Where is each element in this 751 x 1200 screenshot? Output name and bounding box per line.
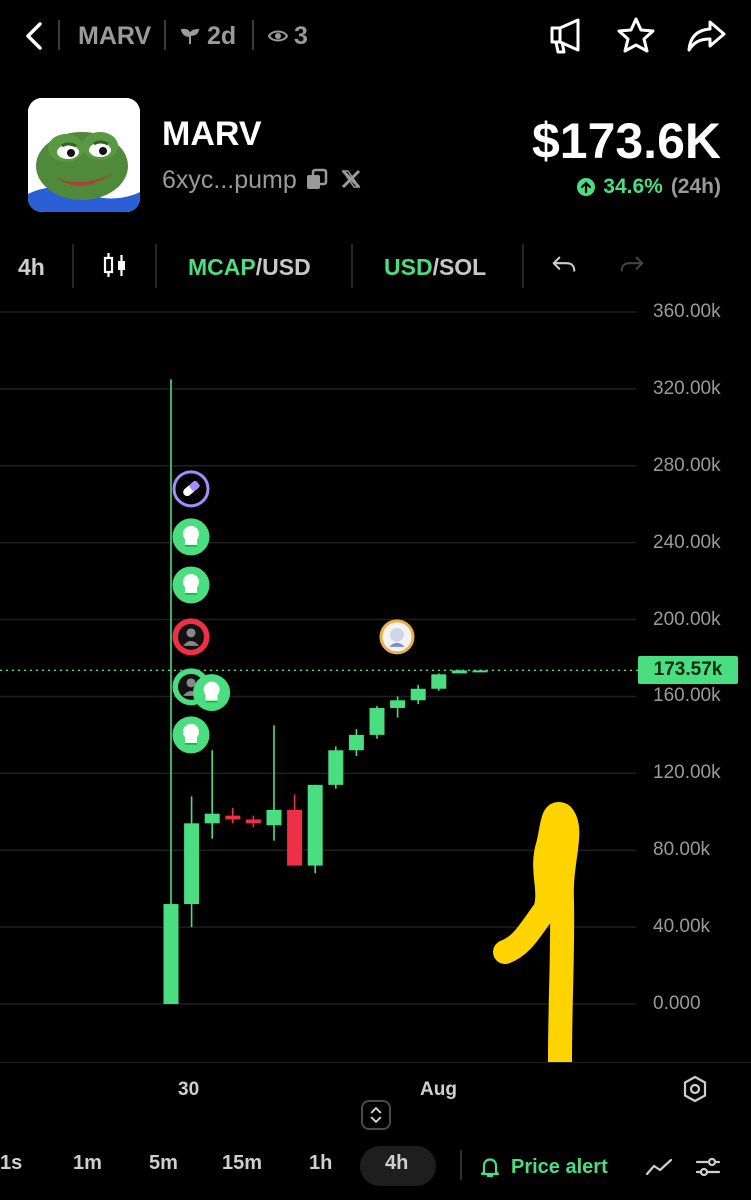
arrow-up-circle-icon xyxy=(577,178,596,196)
divider xyxy=(164,20,166,50)
candle-body xyxy=(348,734,364,751)
divider xyxy=(252,20,254,50)
y-tick-label: 40.00k xyxy=(653,916,711,938)
candle-body xyxy=(225,815,241,820)
avatar-icon[interactable] xyxy=(379,619,415,655)
y-tick-label: 200.00k xyxy=(653,608,721,630)
top-bar: MARV 2d 3 xyxy=(0,0,751,72)
usd-sol-toggle[interactable]: USD/SOL xyxy=(384,254,486,281)
redo-icon[interactable] xyxy=(618,252,646,280)
expand-chart-icon[interactable] xyxy=(361,1100,391,1130)
timeframe-1m[interactable]: 1m xyxy=(73,1152,102,1175)
y-tick-label: 320.00k xyxy=(653,377,721,399)
timeframe-1h[interactable]: 1h xyxy=(309,1152,332,1175)
candle-body xyxy=(163,904,179,1004)
y-tick-label: 240.00k xyxy=(653,531,721,553)
candle-body xyxy=(204,813,220,824)
chef-icon[interactable] xyxy=(193,674,231,712)
y-tick-label: 160.00k xyxy=(653,685,721,707)
price-change: 34.6% (24h) xyxy=(577,175,721,199)
x-logo-icon[interactable] xyxy=(340,168,362,190)
price-alert-button[interactable]: Price alert xyxy=(511,1156,608,1179)
watchers-count: 3 xyxy=(294,22,308,50)
token-price: $173.6K xyxy=(531,113,721,169)
hand-drawn-arrow-shaft xyxy=(493,802,580,1062)
sliders-icon[interactable] xyxy=(694,1155,722,1179)
undo-icon[interactable] xyxy=(550,252,578,280)
y-tick-label: 280.00k xyxy=(653,454,721,476)
candle-body xyxy=(287,809,303,866)
change-period: (24h) xyxy=(670,175,721,198)
usd-unit: /SOL xyxy=(432,254,487,280)
divider xyxy=(155,244,157,288)
candle-body xyxy=(390,700,406,708)
token-name: MARV xyxy=(162,115,262,153)
x-label-30: 30 xyxy=(178,1079,200,1100)
pepe-frog-image xyxy=(28,98,140,212)
chef-icon[interactable] xyxy=(172,518,210,556)
candle-body xyxy=(369,707,385,735)
candle-body xyxy=(410,688,426,701)
pill-icon[interactable] xyxy=(172,470,210,508)
mcap-usd-toggle[interactable]: MCAP/USD xyxy=(188,254,311,281)
candle-body xyxy=(451,670,467,674)
candle-body xyxy=(328,750,344,785)
person-icon[interactable] xyxy=(172,618,210,656)
back-icon[interactable] xyxy=(18,18,54,54)
promote-icon[interactable] xyxy=(544,14,588,58)
x-label-aug: Aug xyxy=(420,1079,457,1100)
copy-icon[interactable] xyxy=(305,168,329,192)
token-address: 6xyc...pump xyxy=(162,166,297,194)
timeframe-4h[interactable]: 4h xyxy=(385,1152,408,1175)
y-tick-label: 0.000 xyxy=(653,993,701,1014)
timeframe-5m[interactable]: 5m xyxy=(149,1152,178,1175)
candle-body xyxy=(184,823,200,905)
share-icon[interactable] xyxy=(684,14,728,58)
trend-line-icon[interactable] xyxy=(644,1155,674,1179)
timeframe-15m[interactable]: 15m xyxy=(222,1152,262,1175)
price-chart[interactable]: 360.00k 320.00k 280.00k 240.00k 200.00k 160.0… xyxy=(0,300,751,1062)
header-ticker: MARV xyxy=(78,22,152,50)
mcap-label: MCAP xyxy=(188,254,256,280)
change-percent: 34.6% xyxy=(603,175,663,198)
divider xyxy=(522,244,524,288)
usd-label: USD xyxy=(384,254,433,280)
divider xyxy=(72,244,74,288)
divider xyxy=(351,244,353,288)
divider xyxy=(58,20,60,50)
candle-body xyxy=(431,674,447,689)
chef-icon[interactable] xyxy=(172,716,210,754)
token-logo xyxy=(28,98,140,212)
candlestick-icon[interactable] xyxy=(100,250,130,280)
chart-settings-icon[interactable] xyxy=(680,1074,710,1104)
divider xyxy=(460,1150,462,1180)
timeframe-bar: 1s 1m 5m 15m 1h 4h Price alert xyxy=(0,1140,751,1200)
y-tick-label: 120.00k xyxy=(653,762,721,784)
chef-icon[interactable] xyxy=(172,566,210,604)
chart-toolbar: 4h MCAP/USD USD/SOL xyxy=(0,236,751,296)
star-icon[interactable] xyxy=(614,14,658,58)
current-price-badge: 173.57k xyxy=(638,656,738,685)
y-tick-label: 360.00k xyxy=(653,301,721,322)
y-tick-label: 80.00k xyxy=(653,839,711,861)
timeframe-1s[interactable]: 1s xyxy=(0,1152,22,1175)
interval-selector[interactable]: 4h xyxy=(18,254,45,281)
candle-body xyxy=(245,819,261,824)
bell-icon[interactable] xyxy=(478,1155,502,1179)
candle-body xyxy=(307,784,323,866)
candle-body xyxy=(266,809,282,826)
token-age: 2d xyxy=(207,22,237,50)
eye-icon xyxy=(268,30,288,42)
mcap-unit: /USD xyxy=(255,254,311,280)
sprout-icon xyxy=(180,28,200,44)
